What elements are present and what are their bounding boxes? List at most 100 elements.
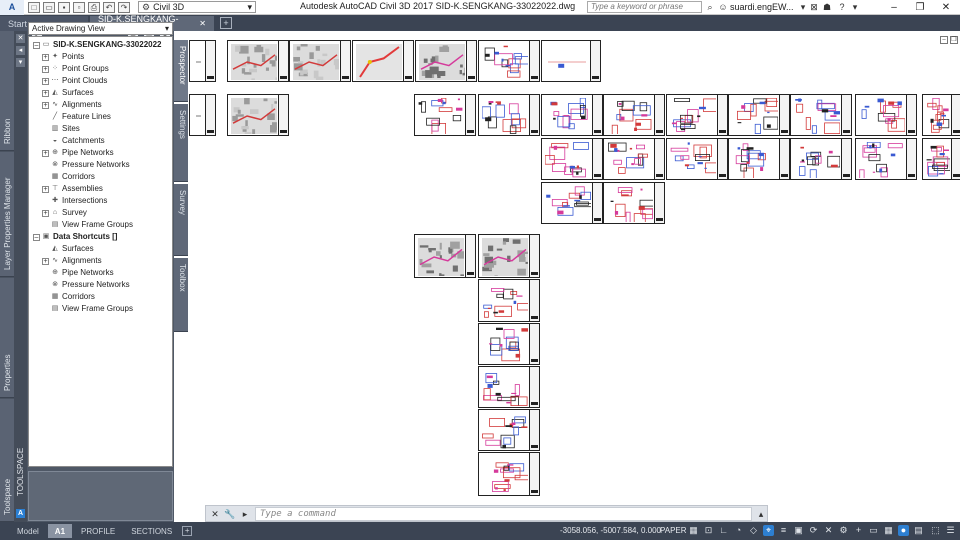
open-icon[interactable]: ▭ xyxy=(43,1,55,13)
drawing-canvas[interactable]: – ❐ □ xyxy=(188,31,960,522)
print-icon[interactable]: ⎙ xyxy=(88,1,100,13)
annotation-scale-icon[interactable]: ✕ xyxy=(823,525,834,536)
workspace-select[interactable]: ⚙ Civil 3D ▾ xyxy=(138,1,256,13)
new-layout-button[interactable]: + xyxy=(182,526,193,536)
a360-icon[interactable]: ☗ xyxy=(821,1,833,13)
osnap-icon[interactable]: ◇ xyxy=(748,525,759,536)
object-snap-icon[interactable]: ⌖ xyxy=(763,525,774,536)
tree-item[interactable]: – ▭ SID-K.SENGKANG-33022022 xyxy=(29,39,172,51)
quick-properties-icon[interactable]: ▦ xyxy=(883,525,894,536)
exchange-icon[interactable]: ⊠ xyxy=(808,1,820,13)
properties-icon[interactable]: ▾ xyxy=(16,58,25,67)
lineweight-icon[interactable]: ≡ xyxy=(778,525,789,536)
tree-item[interactable]: ⊗ Pressure Networks xyxy=(29,279,172,291)
new-tab-button[interactable]: + xyxy=(220,17,232,29)
expand-icon[interactable]: + xyxy=(42,102,49,109)
minimize-icon[interactable]: – xyxy=(881,0,907,15)
save-icon[interactable]: ▪ xyxy=(58,1,70,13)
clean-screen-icon[interactable]: ⬚ xyxy=(930,525,941,536)
collapse-icon[interactable]: – xyxy=(33,234,40,241)
tab-settings[interactable]: Settings xyxy=(174,104,188,182)
tab-layout-sections[interactable]: SECTIONS xyxy=(124,524,179,538)
user-name[interactable]: suardi.engEW... xyxy=(730,2,794,12)
tree-item[interactable]: + ✦ Points xyxy=(29,51,172,63)
ortho-icon[interactable]: ∟ xyxy=(718,525,729,536)
tab-prospector[interactable]: Prospector xyxy=(174,40,188,102)
transparency-icon[interactable]: ▣ xyxy=(793,525,804,536)
collapse-icon[interactable]: – xyxy=(33,42,40,49)
grid-icon[interactable]: ▦ xyxy=(688,525,699,536)
paper-space-toggle[interactable]: PAPER xyxy=(660,526,687,535)
tree-item[interactable]: ▦ Corridors xyxy=(29,171,172,183)
coordinate-readout[interactable]: -3058.056, -5007.584, 0.000 xyxy=(560,526,661,535)
search-input[interactable]: Type a keyword or phrase xyxy=(587,1,702,13)
tree-item[interactable]: ▤ View Frame Groups xyxy=(29,219,172,231)
binoculars-icon[interactable]: ⌕ xyxy=(704,1,716,13)
app-menu-button[interactable]: A xyxy=(0,0,24,15)
expand-icon[interactable]: + xyxy=(42,150,49,157)
undo-icon[interactable]: ↶ xyxy=(103,1,115,13)
selection-cycling-icon[interactable]: ⟳ xyxy=(808,525,819,536)
isolate-objects-icon[interactable]: ▤ xyxy=(913,525,924,536)
autohide-icon[interactable]: ◂ xyxy=(16,46,25,55)
tab-properties[interactable]: Properties xyxy=(0,278,14,398)
workspace-switch-icon[interactable]: ⚙ xyxy=(838,525,849,536)
help-icon[interactable]: ? xyxy=(836,1,848,13)
tree-item[interactable]: + ∿ Alignments xyxy=(29,99,172,111)
new-icon[interactable]: □ xyxy=(28,1,40,13)
polar-icon[interactable]: ◔ xyxy=(733,525,744,536)
close-icon[interactable]: ✕ xyxy=(16,34,25,43)
expand-icon[interactable]: + xyxy=(42,54,49,61)
command-input[interactable]: Type a command xyxy=(255,506,752,521)
user-icon[interactable]: ☺ xyxy=(717,1,729,13)
customize-icon[interactable]: 🔧 xyxy=(224,508,236,520)
tree-item[interactable]: + ⁘ Point Groups xyxy=(29,63,172,75)
redo-icon[interactable]: ↷ xyxy=(118,1,130,13)
customization-icon[interactable]: ☰ xyxy=(945,525,956,536)
tree-item[interactable]: ▦ Corridors xyxy=(29,291,172,303)
chevron-up-icon[interactable]: ▴ xyxy=(755,508,767,520)
expand-icon[interactable]: + xyxy=(42,210,49,217)
tree-item[interactable]: + ⌂ Survey xyxy=(29,207,172,219)
tab-layer-properties[interactable]: Layer Properties Manager xyxy=(0,152,14,277)
expand-icon[interactable]: + xyxy=(42,66,49,73)
save-as-icon[interactable]: ▫ xyxy=(73,1,85,13)
tree-item[interactable]: + ∿ Alignments xyxy=(29,255,172,267)
tree-item[interactable]: + ◭ Surfaces xyxy=(29,87,172,99)
view-select[interactable]: Active Drawing View ▾ xyxy=(28,22,173,35)
tab-ribbon[interactable]: Ribbon xyxy=(0,31,14,151)
tab-layout-model[interactable]: Model xyxy=(10,524,46,538)
tab-toolspace[interactable]: Toolspace xyxy=(0,399,14,522)
units-icon[interactable]: ▭ xyxy=(868,525,879,536)
tree-item[interactable]: ✚ Intersections xyxy=(29,195,172,207)
tree-item[interactable]: ╱ Feature Lines xyxy=(29,111,172,123)
hardware-acceleration-icon[interactable]: ● xyxy=(898,525,909,536)
close-icon[interactable]: ✕ xyxy=(199,19,206,28)
tree-item[interactable]: ▥ Sites xyxy=(29,123,172,135)
tab-survey[interactable]: Survey xyxy=(174,184,188,256)
chevron-down-icon[interactable]: ▾ xyxy=(849,1,861,13)
tab-layout-profile[interactable]: PROFILE xyxy=(74,524,122,538)
viewport-minimize-icon[interactable]: – xyxy=(940,36,948,44)
tab-layout-a1[interactable]: A1 xyxy=(47,524,73,538)
tree-item[interactable]: + ⊤ Assemblies xyxy=(29,183,172,195)
expand-icon[interactable]: + xyxy=(42,78,49,85)
tree-item[interactable]: ⊕ Pipe Networks xyxy=(29,267,172,279)
close-icon[interactable]: ✕ xyxy=(209,508,221,520)
tree-item[interactable]: ⊗ Pressure Networks xyxy=(29,159,172,171)
tab-toolbox[interactable]: Toolbox xyxy=(174,258,188,332)
expand-icon[interactable]: + xyxy=(42,258,49,265)
tree-item[interactable]: – ▣ Data Shortcuts [] xyxy=(29,231,172,243)
recent-commands-icon[interactable]: ▸ xyxy=(239,508,251,520)
tree-item[interactable]: ◭ Surfaces xyxy=(29,243,172,255)
tree-item[interactable]: ◒ Catchments xyxy=(29,135,172,147)
tree-item[interactable]: + ⋯ Point Clouds xyxy=(29,75,172,87)
snap-icon[interactable]: ⊡ xyxy=(703,525,714,536)
viewport-restore-icon[interactable]: ❐ xyxy=(950,36,958,44)
expand-icon[interactable]: + xyxy=(42,186,49,193)
tree-item[interactable]: + ⊕ Pipe Networks xyxy=(29,147,172,159)
close-icon[interactable]: ✕ xyxy=(933,0,959,15)
annotation-monitor-icon[interactable]: + xyxy=(853,525,864,536)
tree-item[interactable]: ▤ View Frame Groups xyxy=(29,303,172,315)
restore-icon[interactable]: ❐ xyxy=(907,0,933,15)
